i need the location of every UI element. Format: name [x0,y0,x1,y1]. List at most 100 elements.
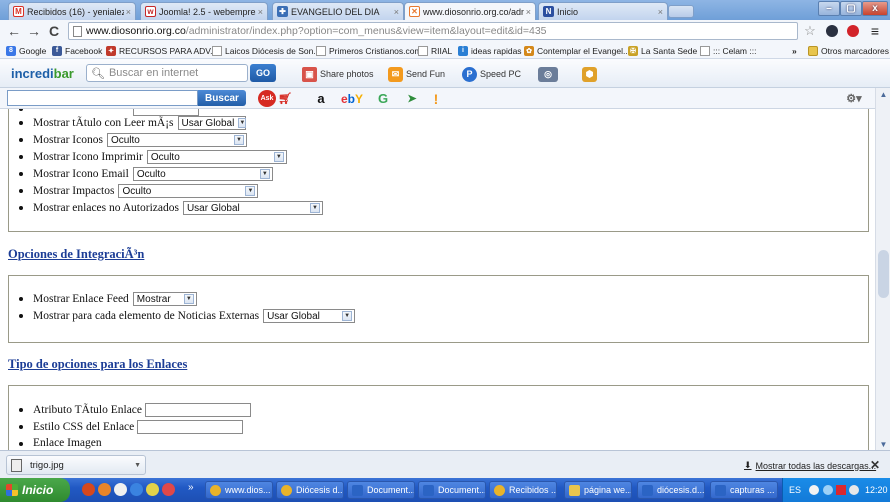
clock[interactable]: 12:20 [865,485,888,495]
fieldset-link-options: Atributo TÃtulo Enlace Estilo CSS del En… [8,385,869,450]
taskbar-button[interactable]: www.dios... [205,481,273,499]
link-css-style-input[interactable] [137,420,244,434]
select-show-title-readmore[interactable]: Usar Global ▼ [177,116,247,130]
star-icon[interactable]: ☆ [802,22,818,40]
search-toolbar: Buscar Ask 🛒︎ a ebY G ➤ ! ⚙▾ [0,88,890,109]
scroll-down-icon[interactable]: ▼ [876,438,890,450]
download-arrow-icon: ⬇ [744,460,752,470]
taskbar-button[interactable]: Document... [347,481,415,499]
tab-diosonrio[interactable]: ✕ www.diosonrio.org.co/admin× [404,2,536,20]
close-tab-icon[interactable]: × [526,7,531,17]
back-icon[interactable]: ← [4,23,24,39]
ie-icon[interactable] [130,483,143,496]
taskbar-button[interactable]: página we... [564,481,632,499]
amazon-icon[interactable]: a [314,90,328,107]
games-button[interactable]: ◎ [538,66,561,82]
tab-joomla[interactable]: w Joomla! 2.5 - webempresa jo× [140,2,268,20]
cart-icon[interactable]: 🛒︎ [278,90,292,107]
antivirus-icon[interactable] [836,485,847,495]
menu-icon[interactable]: ≡ [867,22,883,40]
chrome-icon[interactable] [146,483,159,496]
google-g-icon[interactable]: G [376,90,390,107]
firefox-icon[interactable] [98,483,111,496]
restore-button[interactable]: ▢ [840,1,862,16]
close-tab-icon[interactable]: × [126,7,131,17]
tab-inicio[interactable]: N Inicio × [538,2,668,20]
minimize-button[interactable]: – [818,1,840,16]
bookmark-celam[interactable]: ::: Celam ::: [700,44,756,57]
select-show-noauth-links[interactable]: Usar Global ▼ [182,201,323,215]
close-tab-icon[interactable]: × [658,7,663,17]
bookmark-recursos[interactable]: ✦ RECURSOS PARA ADV... [106,44,217,57]
select-show-hits[interactable]: Oculto ▼ [118,184,259,198]
select-show-print-icon[interactable]: Oculto ▼ [146,150,287,164]
tab-evangelio[interactable]: ✚ EVANGELIO DEL DIA × [272,2,404,20]
select-show-feed-per-item[interactable]: Usar Global ▼ [263,309,356,323]
select-clipped[interactable] [133,109,199,116]
chevron-down-icon: ▼ [309,203,320,213]
ebay-icon[interactable]: ebY [338,90,366,107]
bookmark-santa-sede[interactable]: ✠ La Santa Sede [628,44,697,57]
bookmark-ideas-rapidas[interactable]: i ideas rapidas [458,44,522,57]
taskbar-button[interactable]: diócesis.d... [637,481,705,499]
scroll-up-icon[interactable]: ▲ [876,88,890,100]
bookmark-laicos[interactable]: Laicos Diócesis de Son... [212,44,320,57]
extension-globe-icon[interactable] [824,22,840,40]
start-button[interactable]: Inicio [0,478,70,502]
taskbar-button[interactable]: Recibidos ... [489,481,557,499]
bookmark-riial[interactable]: RIIAL [418,44,452,57]
toolbar-search-input[interactable] [7,90,198,106]
other-bookmarks[interactable]: Otros marcadores [808,44,889,57]
scrollbar-thumb[interactable] [878,250,889,298]
address-bar[interactable]: www.diosonrio.org.co/administrator/index… [68,22,798,40]
bookmark-google[interactable]: 8 Google [6,44,46,57]
bookmark-contemplar[interactable]: ✿ Contemplar el Evangel... [524,44,630,57]
section-title-integration[interactable]: Opciones de IntegraciÃ³n [8,247,144,262]
shopping-arrow-icon[interactable]: ➤ [400,90,424,107]
volume-icon[interactable] [849,485,860,495]
close-window-button[interactable]: x [862,1,888,16]
forward-icon[interactable]: → [24,23,44,39]
network-icon[interactable] [823,485,834,495]
language-indicator[interactable]: ES [789,485,801,495]
ask-icon[interactable]: Ask [258,90,276,107]
buscar-button[interactable]: Buscar [198,90,246,106]
bookmark-primeros-cristianos[interactable]: Primeros Cristianos.com [316,44,422,57]
gmail-icon: M [13,6,24,17]
taskbar-button[interactable]: Diócesis d... [276,481,344,499]
new-tab-button[interactable] [668,5,694,18]
section-title-link-options[interactable]: Tipo de opciones para los Enlaces [8,357,187,372]
quicklaunch-icon[interactable] [114,483,127,496]
alert-icon[interactable]: ! [432,90,440,107]
share-photos-button[interactable]: ▣ Share photos [302,66,374,82]
vertical-scrollbar[interactable]: ▲ ▼ [875,88,890,450]
close-downloads-button[interactable]: ✕ [870,458,880,472]
select-show-feed-link[interactable]: Mostrar ▼ [132,292,197,306]
taskbar-button[interactable]: Document... [418,481,486,499]
speed-pc-button[interactable]: P Speed PC [462,66,521,82]
incredibar-go-button[interactable]: GO [250,64,276,82]
quicklaunch-more[interactable]: » [188,482,194,493]
taskbar-button[interactable]: capturas ... [710,481,778,499]
send-fun-button[interactable]: ✉ Send Fun [388,66,445,82]
settings-gear-icon[interactable]: ⚙▾ [842,90,866,107]
quicklaunch-icon[interactable] [162,483,175,496]
bookmarks-overflow[interactable]: » [792,44,797,57]
close-tab-icon[interactable]: × [394,7,399,17]
reload-icon[interactable]: C [44,23,64,39]
contemplar-icon: ✿ [524,45,534,56]
chevron-down-icon[interactable]: ▼ [134,462,141,469]
link-title-attribute-input[interactable] [145,403,252,417]
show-all-downloads-link[interactable]: ⬇ Mostrar todas las descargas... [744,460,876,471]
close-tab-icon[interactable]: × [258,7,263,17]
extension-red-icon[interactable] [845,22,861,40]
tray-icon[interactable] [809,485,820,495]
select-show-icons[interactable]: Oculto ▼ [106,133,247,147]
select-show-email-icon[interactable]: Oculto ▼ [132,167,273,181]
quicklaunch-icon[interactable] [82,483,95,496]
incredibar-search-input[interactable]: 🔍︎ Buscar en internet [86,64,248,82]
download-item[interactable]: trigo.jpg ▼ [6,455,146,475]
hexagon-button[interactable]: ⬢ [582,66,600,82]
bookmark-facebook[interactable]: f Facebook [52,44,102,57]
tab-gmail[interactable]: M Recibidos (16) - yenialeza@g× [8,2,136,20]
